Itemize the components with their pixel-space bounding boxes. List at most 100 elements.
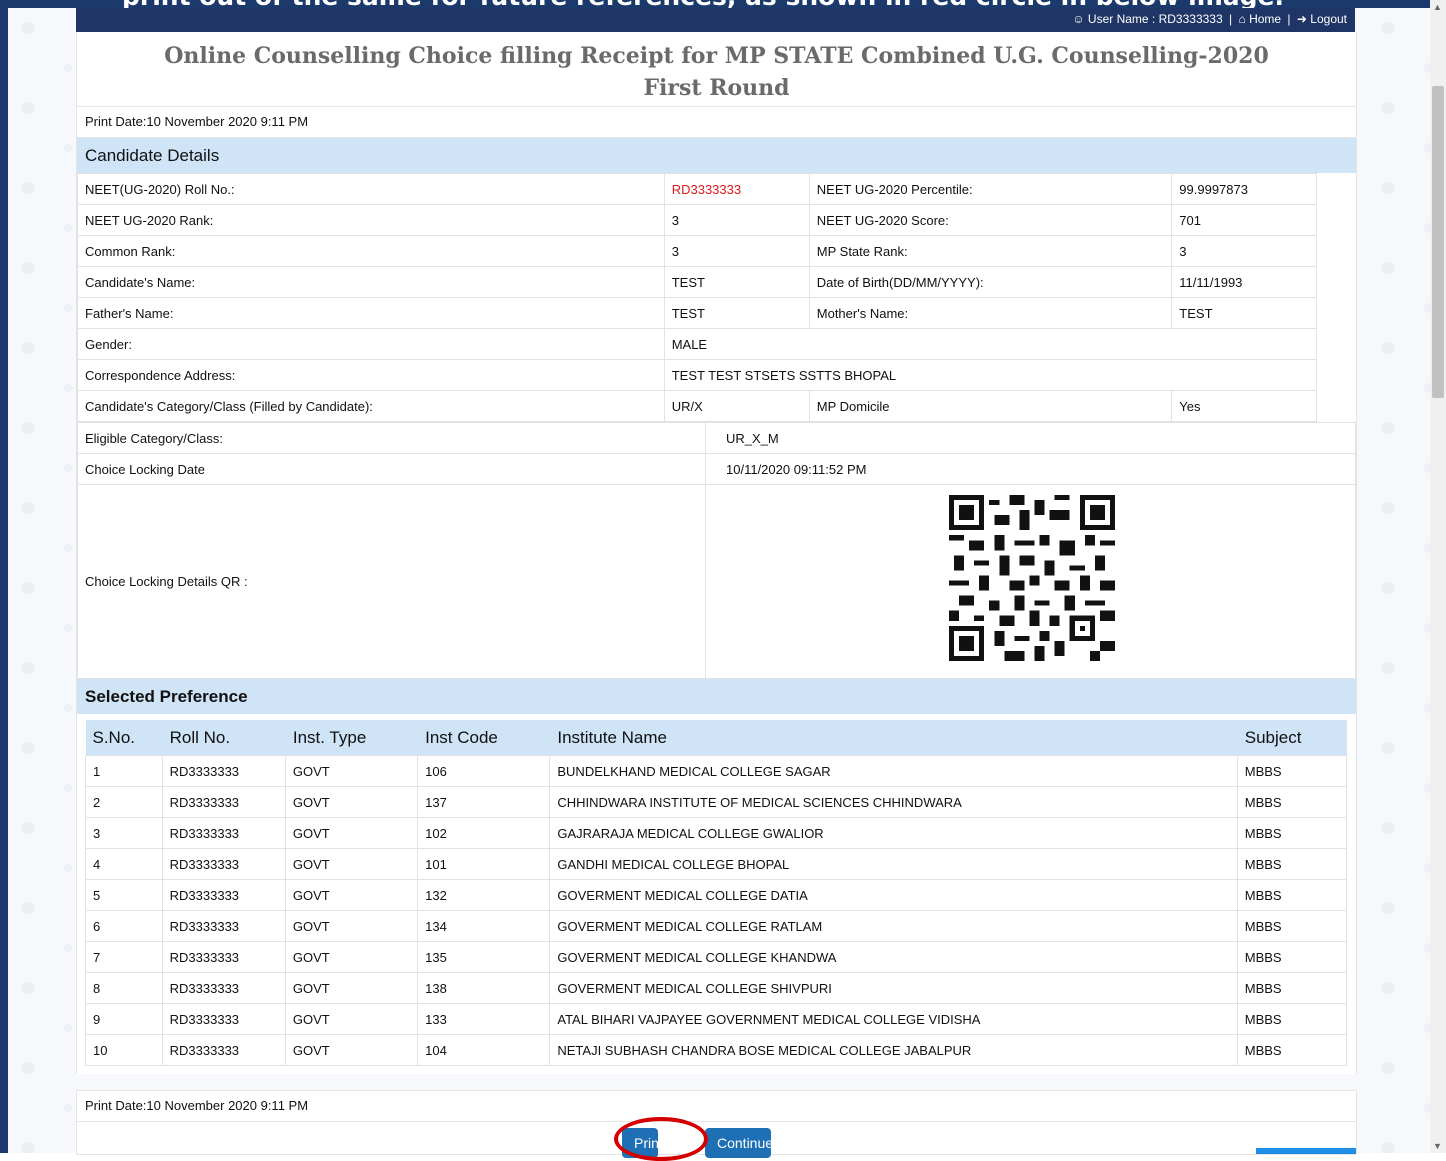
candidate-name-value: TEST (663, 266, 810, 298)
table-row: Common Rank: 3 MP State Rank: 3 (77, 235, 1356, 267)
continue-button[interactable]: Continue (705, 1128, 773, 1158)
table-row: 7 RD3333333 GOVT 135 GOVERMENT MEDICAL C… (85, 941, 1348, 973)
top-nav-bar: ☺ User Name : RD3333333 | ⌂ Home | ➜ Log… (76, 8, 1355, 32)
state-rank-value: 3 (1171, 235, 1318, 267)
cell-sno: 8 (85, 972, 163, 1004)
cell-inst-type: GOVT (284, 786, 419, 818)
cell-institute-name: GAJRARAJA MEDICAL COLLEGE GWALIOR (549, 817, 1238, 849)
table-row: 1 RD3333333 GOVT 106 BUNDELKHAND MEDICAL… (85, 755, 1348, 787)
cell-inst-type: GOVT (284, 972, 419, 1004)
cell-sno: 10 (85, 1034, 163, 1066)
cell-sno: 7 (85, 941, 163, 973)
home-icon[interactable]: ⌂ (1238, 12, 1245, 26)
cell-inst-code: 137 (417, 786, 551, 818)
eligible-category-label: Eligible Category/Class: (77, 422, 706, 454)
qr-cell (705, 484, 1356, 679)
cell-subject: MBBS (1236, 817, 1348, 849)
cell-inst-code: 133 (417, 1003, 551, 1035)
logout-icon[interactable]: ➜ (1297, 12, 1307, 26)
cell-inst-type: GOVT (284, 1034, 419, 1066)
cell-sno: 1 (85, 755, 163, 787)
dob-label: Date of Birth(DD/MM/YYYY): (808, 266, 1173, 298)
scroll-up-icon[interactable]: ▲ (1433, 2, 1442, 12)
col-institute-name: Institute Name (549, 720, 1238, 756)
cell-subject: MBBS (1236, 972, 1348, 1004)
father-name-value: TEST (663, 297, 810, 329)
cell-subject: MBBS (1236, 1003, 1348, 1035)
cell-inst-type: GOVT (284, 910, 419, 942)
table-row: Correspondence Address: TEST TEST STSETS… (77, 359, 1356, 391)
cell-subject: MBBS (1236, 1034, 1348, 1066)
cell-roll-no: RD3333333 (161, 786, 286, 818)
cell-roll-no: RD3333333 (161, 817, 286, 849)
cell-sno: 4 (85, 848, 163, 880)
cell-institute-name: GOVERMENT MEDICAL COLLEGE RATLAM (549, 910, 1238, 942)
cell-sno: 5 (85, 879, 163, 911)
candidate-name-label: Candidate's Name: (77, 266, 665, 298)
preference-table: S.No. Roll No. Inst. Type Inst Code Inst… (85, 720, 1348, 1066)
table-row: Choice Locking Date 10/11/2020 09:11:52 … (77, 453, 1356, 485)
home-link[interactable]: Home (1249, 12, 1281, 26)
logout-link[interactable]: Logout (1310, 12, 1347, 26)
left-frame (0, 0, 8, 1153)
vertical-scrollbar[interactable]: ▲ ▼ (1430, 0, 1446, 1153)
roll-no-label: NEET(UG-2020) Roll No.: (77, 173, 665, 205)
cell-subject: MBBS (1236, 786, 1348, 818)
gender-value: MALE (663, 328, 1318, 360)
preference-table-wrapper: S.No. Roll No. Inst. Type Inst Code Inst… (77, 714, 1356, 1074)
col-roll-no: Roll No. (162, 720, 286, 756)
receipt-title-line2: First Round (643, 75, 790, 101)
table-row: Gender: MALE (77, 328, 1356, 360)
footer-panel: Print Date:10 November 2020 9:11 PM Prin… (76, 1090, 1357, 1158)
gender-label: Gender: (77, 328, 665, 360)
candidate-details-table: NEET(UG-2020) Roll No.: RD3333333 NEET U… (77, 173, 1356, 422)
user-icon: ☺ (1072, 12, 1085, 26)
common-rank-value: 3 (663, 235, 810, 267)
cell-inst-type: GOVT (284, 817, 419, 849)
spacer (1316, 266, 1356, 298)
cell-inst-type: GOVT (284, 879, 419, 911)
cell-inst-code: 134 (417, 910, 551, 942)
table-row: 3 RD3333333 GOVT 102 GAJRARAJA MEDICAL C… (85, 817, 1348, 849)
cell-inst-code: 138 (417, 972, 551, 1004)
cell-institute-name: CHHINDWARA INSTITUTE OF MEDICAL SCIENCES… (549, 786, 1238, 818)
table-row: 4 RD3333333 GOVT 101 GANDHI MEDICAL COLL… (85, 848, 1348, 880)
bottom-right-button-edge[interactable] (1256, 1148, 1356, 1154)
cell-inst-code: 101 (417, 848, 551, 880)
spacer (1316, 297, 1356, 329)
eligible-category-value: UR_X_M (705, 422, 1356, 454)
mother-name-value: TEST (1171, 297, 1318, 329)
table-row: NEET UG-2020 Rank: 3 NEET UG-2020 Score:… (77, 204, 1356, 236)
locking-date-label: Choice Locking Date (77, 453, 706, 485)
col-sno: S.No. (85, 720, 163, 756)
category-label: Candidate's Category/Class (Filled by Ca… (77, 390, 665, 422)
cell-subject: MBBS (1236, 755, 1348, 787)
spacer (1316, 328, 1356, 360)
spacer (1316, 390, 1356, 422)
category-value: UR/X (663, 390, 810, 422)
state-rank-label: MP State Rank: (808, 235, 1173, 267)
eligibility-table: Eligible Category/Class: UR_X_M Choice L… (77, 422, 1356, 679)
scroll-down-icon[interactable]: ▼ (1433, 1141, 1442, 1151)
cell-sno: 3 (85, 817, 163, 849)
table-row: Eligible Category/Class: UR_X_M (77, 422, 1356, 454)
footer-print-date: Print Date:10 November 2020 9:11 PM (77, 1091, 1356, 1122)
cell-subject: MBBS (1236, 910, 1348, 942)
cell-inst-type: GOVT (284, 1003, 419, 1035)
table-row: Candidate's Name: TEST Date of Birth(DD/… (77, 266, 1356, 298)
receipt-title: Online Counselling Choice filling Receip… (77, 40, 1356, 106)
scrollbar-thumb[interactable] (1432, 86, 1444, 398)
percentile-value: 99.9997873 (1171, 173, 1318, 205)
cell-roll-no: RD3333333 (161, 1003, 286, 1035)
cell-institute-name: GOVERMENT MEDICAL COLLEGE SHIVPURI (549, 972, 1238, 1004)
spacer (1316, 204, 1356, 236)
neet-score-value: 701 (1171, 204, 1318, 236)
table-row: 6 RD3333333 GOVT 134 GOVERMENT MEDICAL C… (85, 910, 1348, 942)
cell-sno: 2 (85, 786, 163, 818)
mother-name-label: Mother's Name: (808, 297, 1173, 329)
cell-roll-no: RD3333333 (161, 941, 286, 973)
print-date: Print Date:10 November 2020 9:11 PM (77, 106, 1356, 138)
neet-rank-value: 3 (663, 204, 810, 236)
cell-institute-name: GOVERMENT MEDICAL COLLEGE DATIA (549, 879, 1238, 911)
col-inst-code: Inst Code (417, 720, 551, 756)
